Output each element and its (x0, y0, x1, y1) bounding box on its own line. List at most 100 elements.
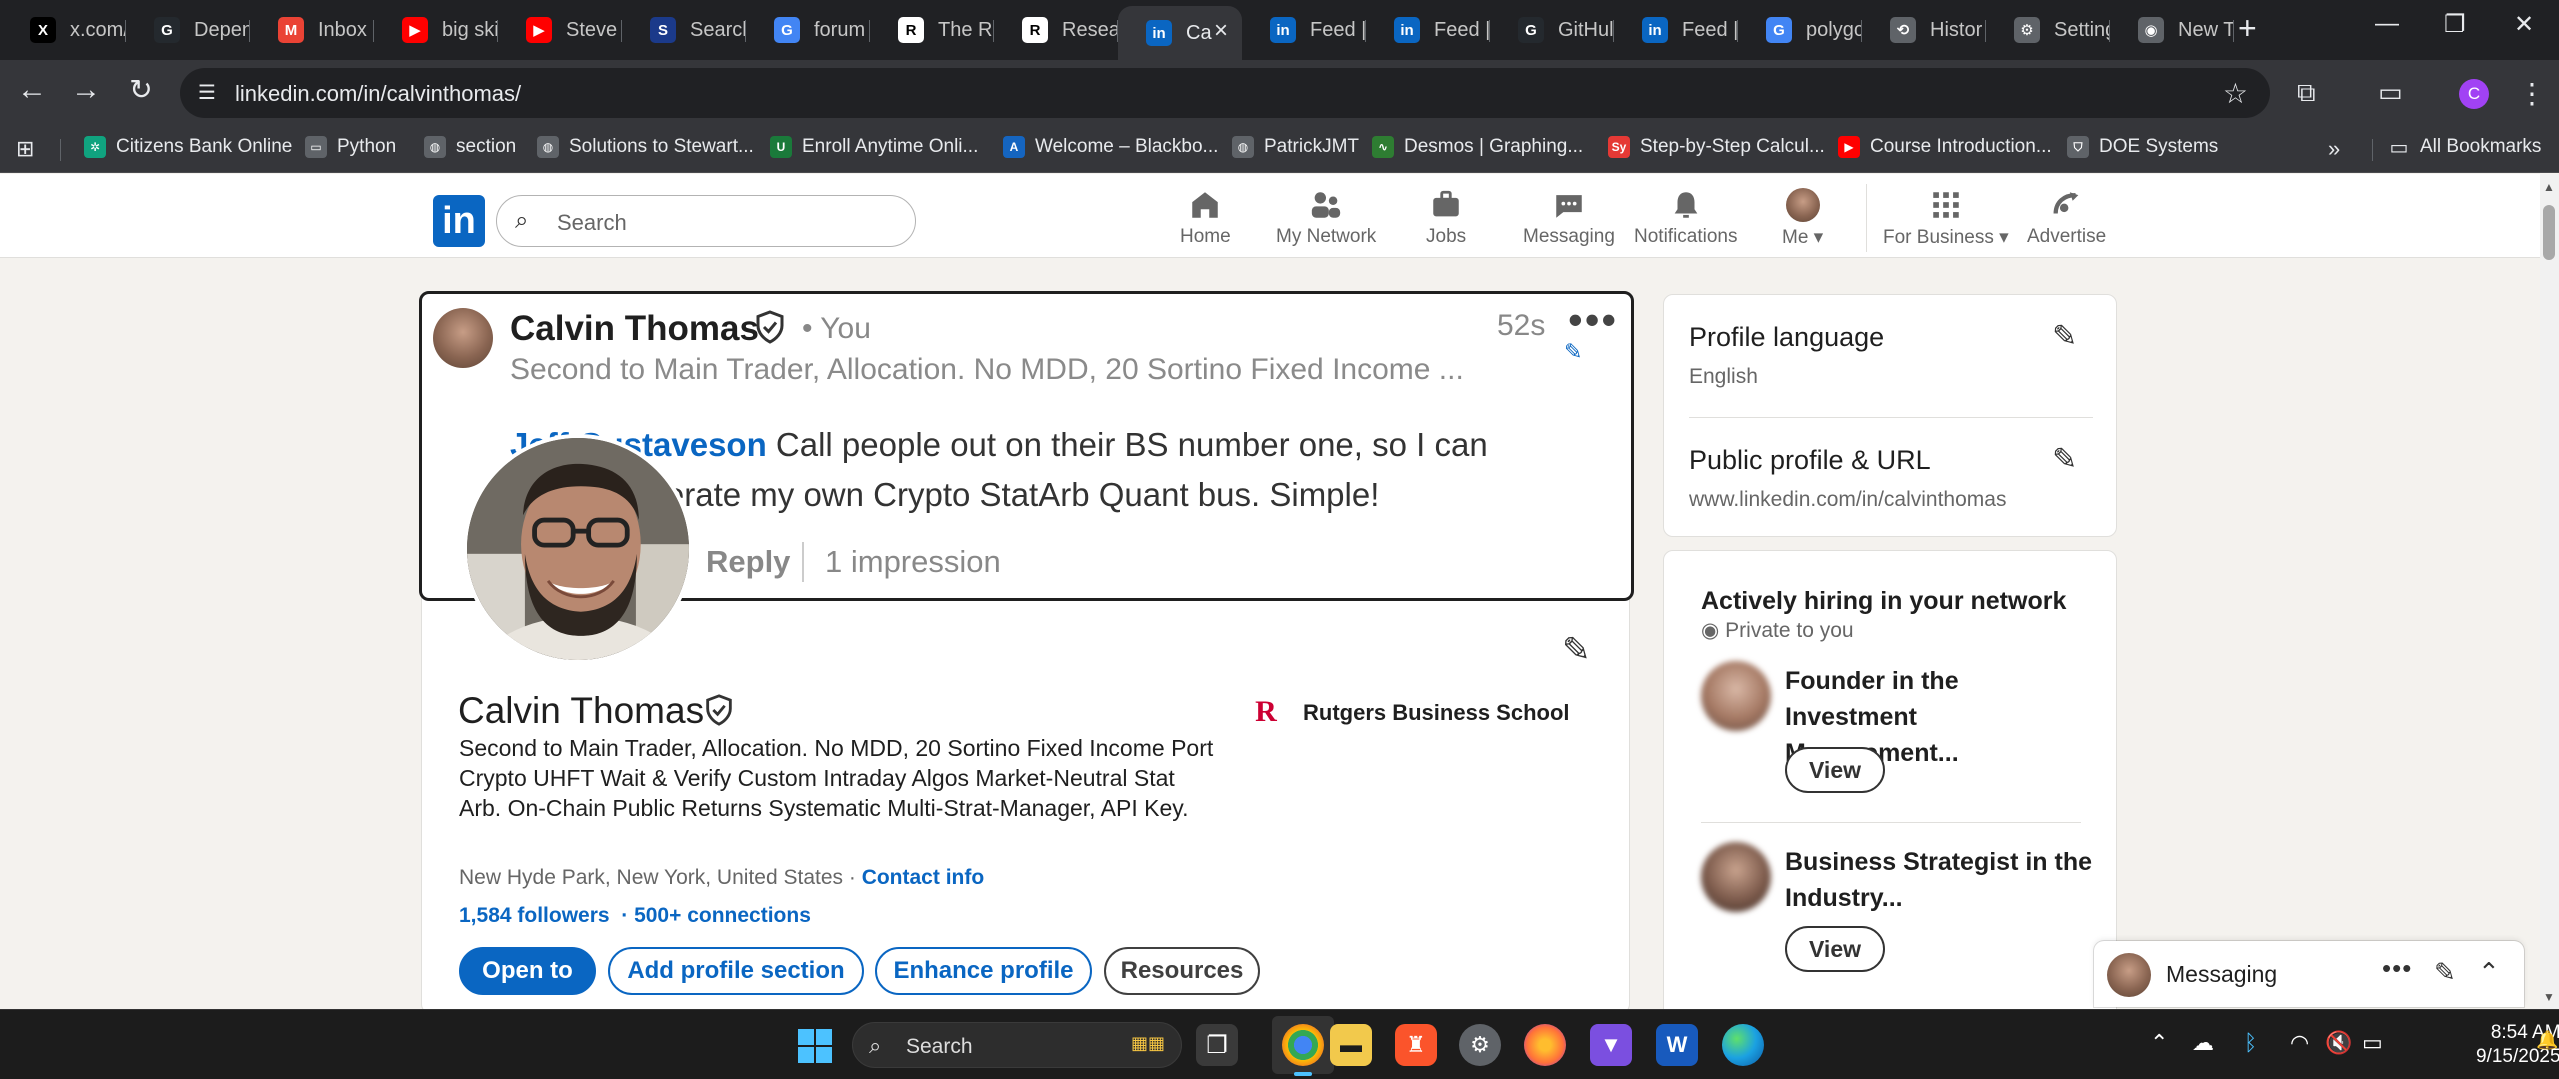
all-bookmarks[interactable]: ▭ All Bookmarks (2388, 136, 2542, 159)
view-job-button[interactable]: View (1785, 747, 1885, 793)
add-profile-section-button[interactable]: Add profile section (608, 947, 864, 995)
more-bookmarks-icon[interactable]: » (2328, 136, 2340, 162)
bookmark-star-icon[interactable]: ☆ (2223, 77, 2248, 110)
chrome-taskbar-icon[interactable] (1282, 1024, 1324, 1066)
nav-me[interactable]: Me ▾ (1782, 188, 1823, 249)
education-school[interactable]: R Rutgers Business School (1249, 694, 1570, 732)
bookmark-item[interactable]: ∿ Desmos | Graphing... (1372, 136, 1583, 158)
onedrive-icon[interactable]: ☁ (2192, 1030, 2214, 1056)
nav-advertise[interactable]: Advertise (2027, 188, 2106, 248)
tab-google[interactable]: Gpolygc (1738, 8, 1862, 52)
bookmark-item[interactable]: ▭ Python (305, 136, 396, 158)
contact-info-link[interactable]: Contact info (862, 866, 984, 889)
linkedin-logo[interactable]: in (433, 195, 485, 247)
tab-chrome[interactable]: ◉ New T (2110, 8, 2234, 52)
nav-jobs[interactable]: Jobs (1426, 188, 1466, 248)
tab-gmail[interactable]: M Inbox (250, 8, 374, 52)
scrollbar-thumb[interactable] (2543, 205, 2555, 260)
page-scrollbar[interactable] (2540, 174, 2559, 1009)
more-options-icon[interactable]: ••• (1568, 296, 1618, 344)
scroll-down-icon[interactable]: ▼ (2543, 990, 2555, 1004)
word-icon[interactable]: W (1656, 1024, 1698, 1066)
tab-history[interactable]: ⟲ Histor (1862, 8, 1986, 52)
bookmark-item[interactable]: A Welcome – Blackbo... (1003, 136, 1218, 158)
scroll-up-icon[interactable]: ▲ (2543, 180, 2555, 194)
edge-icon[interactable] (1722, 1024, 1764, 1066)
nav-my-network[interactable]: My Network (1276, 188, 1376, 248)
tab-google[interactable]: Gforum (746, 8, 870, 52)
bookmark-item[interactable]: U Enroll Anytime Onli... (770, 136, 978, 158)
firefox-icon[interactable] (1524, 1024, 1566, 1066)
comment-author-name[interactable]: Calvin Thomas (510, 309, 759, 349)
tab-x[interactable]: Xx.com/ (2, 8, 126, 52)
tab-linkedin[interactable]: in Feed | (1366, 8, 1490, 52)
tab-github[interactable]: G Depen (126, 8, 250, 52)
messaging-overlay[interactable]: Messaging ••• ✎ ⌃ (2094, 941, 2524, 1007)
back-icon[interactable]: ← (12, 73, 52, 107)
bookmark-item[interactable]: ◍ section (424, 136, 516, 158)
tab-researchgate[interactable]: R Resear (994, 8, 1118, 52)
extensions-icon[interactable]: ⧉ (2297, 77, 2316, 109)
vpn-icon[interactable]: ▼ (1590, 1024, 1632, 1066)
edit-language-pencil-icon[interactable]: ✎ (2052, 319, 2077, 354)
nav-messaging[interactable]: Messaging (1523, 188, 1615, 248)
bookmark-item[interactable]: ▶ Course Introduction... (1838, 136, 2052, 158)
cast-icon[interactable]: ▭ (2378, 77, 2403, 108)
bookmark-item[interactable]: Sy Step-by-Step Calcul... (1608, 136, 1825, 158)
tab-researchgate[interactable]: R The Re (870, 8, 994, 52)
connections-link[interactable]: · 500+ connections (621, 904, 811, 927)
tab-linkedin[interactable]: in Feed | (1614, 8, 1738, 52)
linkedin-search-input[interactable]: ⌕ Search (496, 195, 916, 247)
battery-icon[interactable]: ▭ (2362, 1030, 2383, 1056)
chevron-up-icon[interactable]: ⌃ (2478, 957, 2500, 988)
chrome-menu-icon[interactable]: ⋮ (2518, 77, 2546, 110)
nav-for-business[interactable]: For Business ▾ (1883, 188, 2009, 249)
nav-notifications[interactable]: Notifications (1634, 188, 1738, 248)
address-bar[interactable]: ☰ linkedin.com/in/calvinthomas/ ☆ (180, 68, 2270, 118)
new-tab-icon[interactable]: + (2238, 12, 2257, 44)
tab-linkedin[interactable]: in Ca × (1118, 6, 1242, 60)
apps-grid-icon[interactable]: ⊞ (16, 136, 34, 162)
tray-overflow-icon[interactable]: ⌃ (2150, 1030, 2168, 1056)
verified-shield-icon[interactable] (702, 693, 736, 727)
followers-link[interactable]: 1,584 followers (459, 904, 610, 927)
reload-icon[interactable]: ↻ (121, 73, 161, 106)
comment-author-avatar[interactable] (433, 308, 493, 368)
bookmark-item[interactable]: ◍ PatrickJMT (1232, 136, 1359, 158)
tab-github[interactable]: G GitHul (1490, 8, 1614, 52)
tab-linkedin[interactable]: in Feed | (1242, 8, 1366, 52)
tab-settings[interactable]: ⚙ Setting (1986, 8, 2110, 52)
file-explorer-icon[interactable]: ▬ (1330, 1024, 1372, 1066)
profile-avatar[interactable]: C (2459, 79, 2489, 109)
notification-bell-icon[interactable]: 🔔 (2536, 1030, 2558, 1051)
settings-gear-icon[interactable]: ⚙ (1459, 1024, 1501, 1066)
nav-home[interactable]: Home (1180, 188, 1231, 248)
taskbar-search[interactable]: ⌕ Search ▦▦ (852, 1022, 1182, 1068)
edit-pencil-icon[interactable]: ✎ (1564, 339, 1582, 365)
job-title[interactable]: Business Strategist in the Industry... (1785, 844, 2095, 916)
impressions-count[interactable]: 1 impression (825, 544, 1001, 580)
close-window-icon[interactable]: ✕ (2514, 10, 2534, 39)
compose-icon[interactable]: ✎ (2434, 957, 2456, 988)
profile-photo[interactable] (463, 434, 693, 664)
site-info-icon[interactable]: ☰ (194, 80, 220, 106)
edit-url-pencil-icon[interactable]: ✎ (2052, 442, 2077, 477)
messaging-more-icon[interactable]: ••• (2382, 953, 2412, 984)
messaging-label[interactable]: Messaging (2166, 961, 2277, 988)
bluetooth-icon[interactable]: ᛒ (2244, 1030, 2257, 1056)
bookmark-item[interactable]: ✲ Citizens Bank Online (84, 136, 292, 158)
bookmark-item[interactable]: ⛉ DOE Systems (2067, 136, 2218, 158)
open-to-button[interactable]: Open to (459, 947, 596, 995)
reply-button[interactable]: Reply (706, 544, 790, 580)
volume-muted-icon[interactable]: 🔇 (2325, 1030, 2352, 1056)
minimize-icon[interactable]: — (2375, 10, 2399, 38)
tab-youtube[interactable]: ▶ big ski (374, 8, 498, 52)
wifi-icon[interactable]: ◠ (2290, 1030, 2309, 1056)
windows-start-icon[interactable] (797, 1028, 833, 1064)
forward-icon[interactable]: → (66, 73, 106, 107)
tab-youtube[interactable]: ▶ Steve (498, 8, 622, 52)
tab-ssrn[interactable]: S Search (622, 8, 746, 52)
maximize-icon[interactable]: ❐ (2444, 10, 2466, 39)
brave-icon[interactable]: ♜ (1395, 1024, 1437, 1066)
resources-button[interactable]: Resources (1104, 947, 1260, 995)
